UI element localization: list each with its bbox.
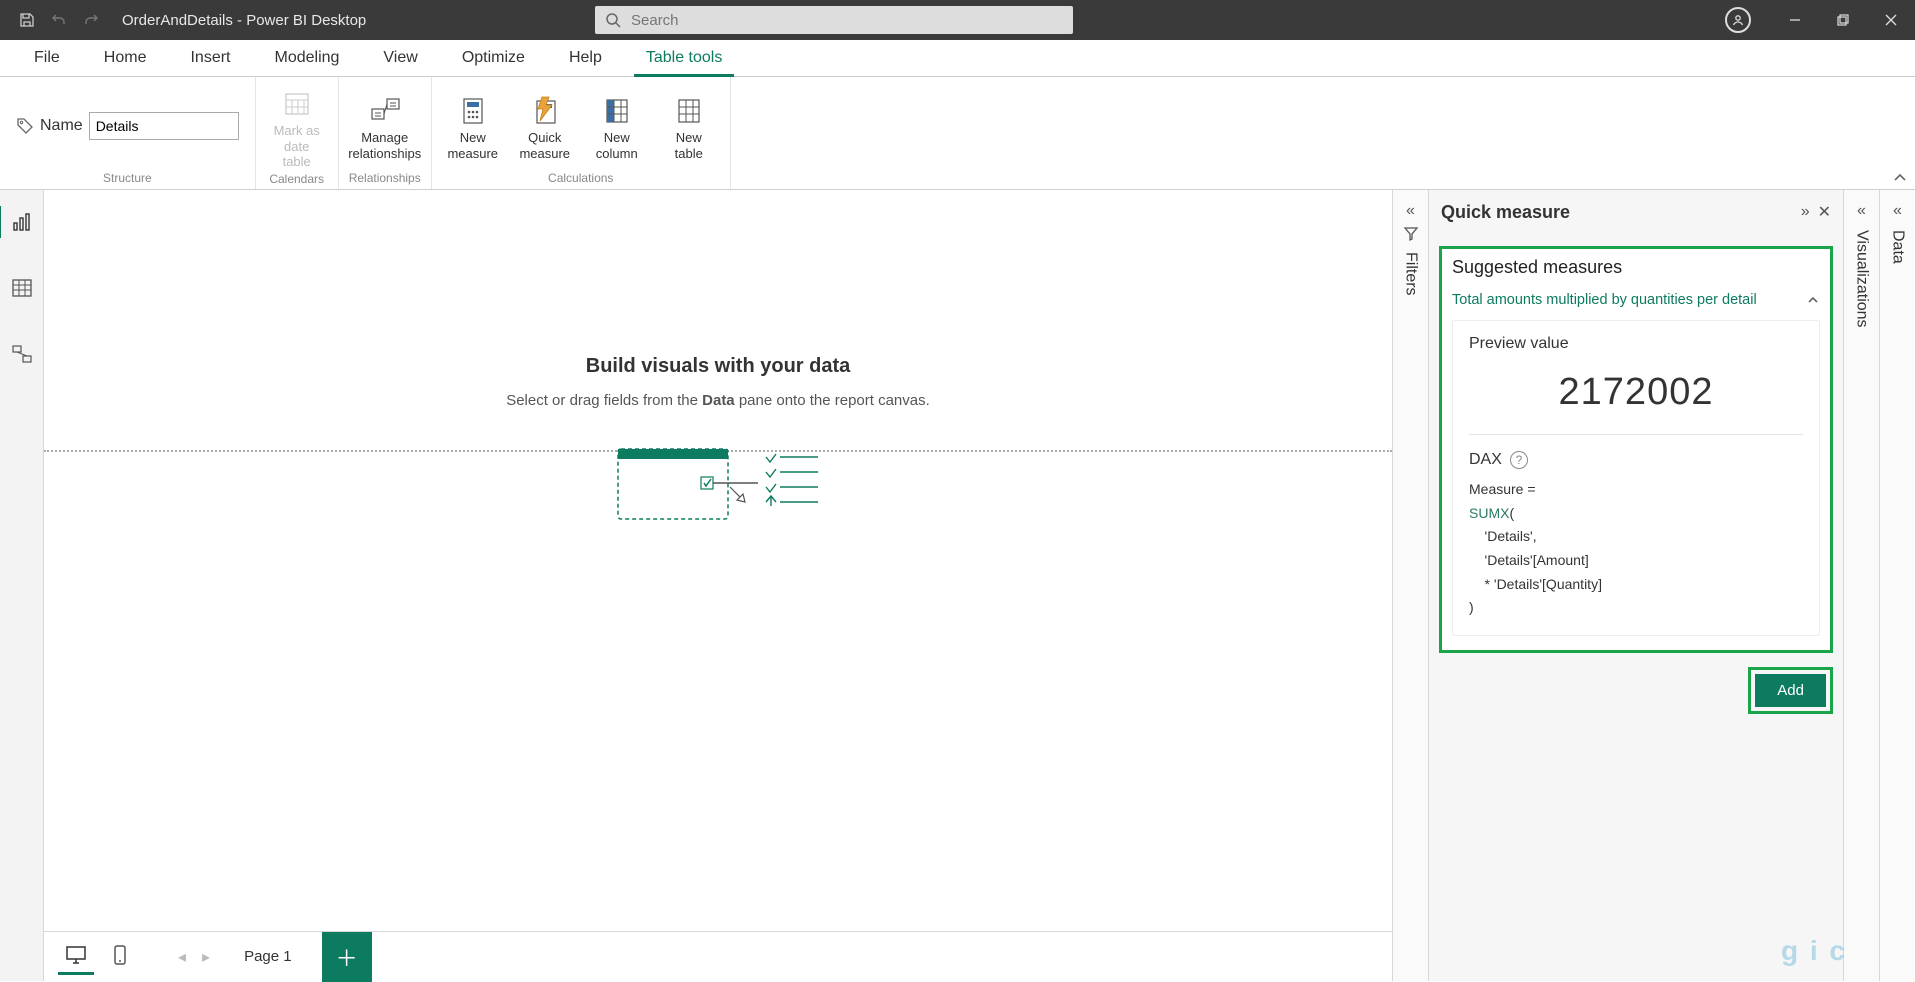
maximize-button[interactable]	[1819, 0, 1867, 40]
page-next-icon[interactable]: ▸	[198, 947, 214, 967]
page-prev-icon[interactable]: ◂	[174, 947, 190, 967]
mark-as-date-label: Mark as date table	[266, 123, 328, 170]
suggested-measures-title: Suggested measures	[1452, 257, 1820, 278]
watermark: g i c	[1781, 935, 1847, 967]
minimize-button[interactable]	[1771, 0, 1819, 40]
funnel-icon	[1403, 226, 1419, 242]
close-pane-icon[interactable]: ✕	[1818, 202, 1831, 222]
add-button[interactable]: Add	[1755, 674, 1826, 707]
quick-measure-button[interactable]: Quick measure	[514, 90, 576, 161]
app-title: OrderAndDetails - Power BI Desktop	[122, 12, 366, 29]
dax-code: Measure = SUMX( 'Details', 'Details'[Amo…	[1469, 479, 1803, 621]
group-relationships: Manage relationships Relationships	[339, 77, 432, 189]
data-view-icon[interactable]	[2, 268, 42, 308]
visualizations-pane-collapsed: « Visualizations	[1843, 190, 1879, 981]
add-page-button[interactable]: ＋	[322, 932, 372, 982]
new-column-label: New column	[596, 130, 638, 161]
desktop-layout-icon[interactable]	[58, 939, 94, 975]
canvas-area: Build visuals with your data Select or d…	[44, 190, 1392, 981]
preview-value: 2172002	[1469, 353, 1803, 434]
tab-insert[interactable]: Insert	[168, 40, 252, 76]
search-input[interactable]	[631, 12, 1063, 29]
new-measure-button[interactable]: New measure	[442, 90, 504, 161]
group-calendars: Mark as date table Calendars	[256, 77, 339, 189]
tab-optimize[interactable]: Optimize	[440, 40, 547, 76]
new-measure-label: New measure	[447, 130, 498, 161]
view-rail	[0, 190, 44, 981]
table-name-input[interactable]	[89, 112, 239, 140]
report-view-icon[interactable]	[2, 202, 42, 242]
data-pane-collapsed: « Data	[1879, 190, 1915, 981]
canvas-empty-subtitle: Select or drag fields from the Data pane…	[418, 392, 1018, 409]
group-label-relationships: Relationships	[349, 169, 421, 187]
quick-measure-label: Quick measure	[519, 130, 570, 161]
data-label[interactable]: Data	[1889, 230, 1907, 264]
help-icon[interactable]: ?	[1510, 451, 1528, 469]
close-button[interactable]	[1867, 0, 1915, 40]
page-tab[interactable]: Page 1	[222, 938, 314, 975]
new-table-button[interactable]: New table	[658, 90, 720, 161]
group-calculations: New measure Quick measure New column New…	[432, 77, 731, 189]
tab-home[interactable]: Home	[82, 40, 169, 76]
new-table-label: New table	[675, 130, 703, 161]
collapse-pane-icon[interactable]: »	[1801, 203, 1810, 221]
page-strip: ◂ ▸ Page 1 ＋	[44, 931, 1392, 981]
title-bar: OrderAndDetails - Power BI Desktop	[0, 0, 1915, 40]
expand-data-icon[interactable]: «	[1893, 202, 1902, 220]
filters-label[interactable]: Filters	[1402, 252, 1420, 296]
expand-visualizations-icon[interactable]: «	[1857, 202, 1866, 220]
search-box[interactable]	[595, 6, 1073, 34]
tab-view[interactable]: View	[361, 40, 439, 76]
ribbon-collapse-icon[interactable]	[1893, 171, 1907, 185]
mark-as-date-button[interactable]: Mark as date table	[266, 83, 328, 170]
quick-measure-pane: Quick measure » ✕ Suggested measures Tot…	[1428, 190, 1843, 981]
canvas-empty-title: Build visuals with your data	[418, 355, 1018, 378]
suggested-measure-text: Total amounts multiplied by quantities p…	[1452, 292, 1757, 308]
group-label-structure: Structure	[103, 169, 152, 187]
preview-card: Preview value 2172002 DAX ? Measure = SU…	[1452, 320, 1820, 636]
report-canvas[interactable]: Build visuals with your data Select or d…	[44, 190, 1392, 931]
suggested-measures-box: Suggested measures Total amounts multipl…	[1439, 246, 1833, 653]
manage-relationships-button[interactable]: Manage relationships	[354, 90, 416, 161]
tab-help[interactable]: Help	[547, 40, 624, 76]
group-structure: Name Structure	[0, 77, 256, 189]
main-area: Build visuals with your data Select or d…	[0, 190, 1915, 981]
redo-icon[interactable]	[82, 11, 100, 29]
chevron-up-icon	[1806, 293, 1820, 307]
user-account-icon[interactable]	[1725, 7, 1751, 33]
preview-label: Preview value	[1469, 335, 1803, 353]
manage-relationships-label: Manage relationships	[348, 130, 421, 161]
mobile-layout-icon[interactable]	[102, 939, 138, 975]
new-column-button[interactable]: New column	[586, 90, 648, 161]
suggested-measure-item[interactable]: Total amounts multiplied by quantities p…	[1452, 288, 1820, 312]
ribbon: Name Structure Mark as date table Calend…	[0, 77, 1915, 190]
ribbon-tabs: File Home Insert Modeling View Optimize …	[0, 40, 1915, 77]
save-icon[interactable]	[18, 11, 36, 29]
quick-measure-title: Quick measure	[1441, 202, 1793, 223]
dax-label: DAX	[1469, 451, 1502, 469]
tab-modeling[interactable]: Modeling	[252, 40, 361, 76]
filters-pane-collapsed: « Filters	[1392, 190, 1428, 981]
group-label-calculations: Calculations	[548, 169, 613, 187]
tag-icon	[16, 117, 34, 135]
undo-icon[interactable]	[50, 11, 68, 29]
visualizations-label[interactable]: Visualizations	[1853, 230, 1871, 328]
tab-table-tools[interactable]: Table tools	[624, 40, 745, 76]
model-view-icon[interactable]	[2, 334, 42, 374]
drag-fields-illustration	[608, 439, 828, 529]
group-label-calendars: Calendars	[269, 170, 324, 188]
search-icon	[605, 12, 621, 28]
add-button-highlight: Add	[1748, 667, 1833, 714]
expand-filters-icon[interactable]: «	[1406, 202, 1415, 220]
name-label: Name	[40, 117, 83, 135]
tab-file[interactable]: File	[12, 40, 82, 76]
